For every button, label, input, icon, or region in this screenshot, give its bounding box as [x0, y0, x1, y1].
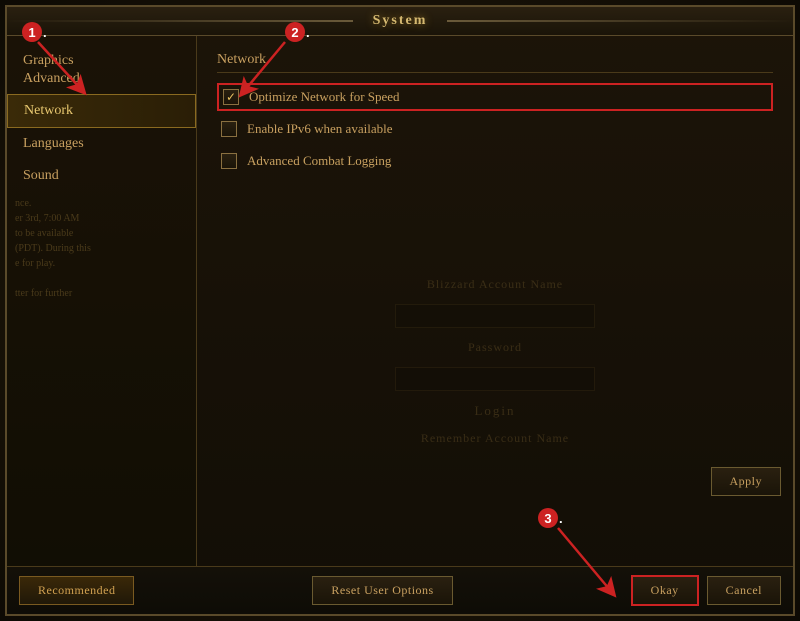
sidebar-item-network-label: Network	[24, 103, 73, 118]
remember-account-label: Remember Account Name	[421, 431, 569, 446]
cancel-button[interactable]: Cancel	[707, 576, 781, 605]
sidebar-item-sound-label: Sound	[23, 168, 59, 183]
checkbox-advanced-combat-logging[interactable]	[221, 153, 237, 169]
main-panel: Network Optimize Network for Speed Enabl…	[197, 36, 793, 566]
checkbox-enable-ipv6[interactable]	[221, 121, 237, 137]
sidebar: GraphicsAdvanced Network Languages Sound…	[7, 36, 197, 566]
account-name-input[interactable]	[395, 304, 595, 328]
background-login-form: Blizzard Account Name Password Login Rem…	[197, 216, 793, 506]
apply-button-container: Apply	[711, 467, 782, 496]
login-button[interactable]: Login	[474, 403, 515, 419]
title-bar-right-decoration	[447, 20, 793, 22]
option-row-optimize-network[interactable]: Optimize Network for Speed	[217, 83, 773, 111]
option-row-advanced-combat-logging[interactable]: Advanced Combat Logging	[217, 147, 773, 175]
option-row-enable-ipv6[interactable]: Enable IPv6 when available	[217, 115, 773, 143]
footer-left: Recommended	[19, 576, 134, 605]
sidebar-item-network[interactable]: Network	[7, 94, 196, 128]
option-label-optimize-network: Optimize Network for Speed	[249, 89, 400, 105]
recommended-button[interactable]: Recommended	[19, 576, 134, 605]
system-dialog: System GraphicsAdvanced Network Language…	[5, 5, 795, 616]
password-input[interactable]	[395, 367, 595, 391]
footer-center: Reset User Options	[134, 576, 630, 605]
sidebar-item-graphics-advanced[interactable]: GraphicsAdvanced	[7, 44, 196, 94]
option-label-advanced-combat-logging: Advanced Combat Logging	[247, 153, 391, 169]
title-bar-left-decoration	[7, 20, 353, 22]
apply-button[interactable]: Apply	[711, 467, 782, 496]
title-bar: System	[7, 7, 793, 36]
checkbox-optimize-network[interactable]	[223, 89, 239, 105]
section-title: Network	[217, 52, 773, 73]
dialog-title: System	[353, 11, 448, 31]
footer: Recommended Reset User Options Okay Canc…	[7, 566, 793, 614]
reset-user-options-button[interactable]: Reset User Options	[312, 576, 452, 605]
sidebar-item-languages[interactable]: Languages	[7, 128, 196, 160]
okay-button[interactable]: Okay	[631, 575, 699, 606]
sidebar-item-sound[interactable]: Sound	[7, 160, 196, 192]
option-label-enable-ipv6: Enable IPv6 when available	[247, 121, 392, 137]
footer-right: Okay Cancel	[631, 575, 781, 606]
sidebar-item-graphics-advanced-label: GraphicsAdvanced	[23, 53, 80, 86]
password-label: Password	[468, 340, 522, 355]
sidebar-bg-text: nce.er 3rd, 7:00 AMto be available(PDT).…	[7, 192, 196, 305]
dialog-content: GraphicsAdvanced Network Languages Sound…	[7, 36, 793, 566]
sidebar-item-languages-label: Languages	[23, 136, 84, 151]
account-name-label: Blizzard Account Name	[427, 277, 563, 292]
